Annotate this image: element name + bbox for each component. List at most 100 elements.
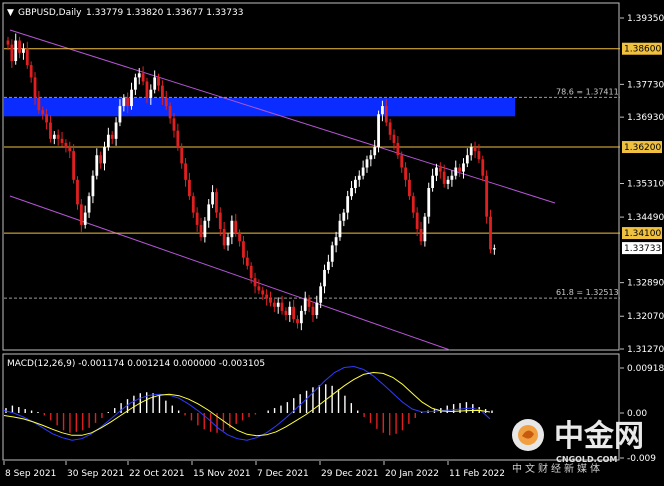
symbol-dropdown-icon[interactable]: ▼ <box>7 8 14 18</box>
candle-body <box>350 188 353 197</box>
candle-body <box>450 175 454 180</box>
candle-body <box>462 163 465 172</box>
candle-body <box>261 290 265 295</box>
candle-body <box>180 147 184 164</box>
watermark-url: CNGOLD.COM <box>556 455 617 464</box>
candle-body <box>319 286 323 303</box>
candle-body <box>477 151 481 160</box>
level-label: 1.36200 <box>624 143 661 153</box>
candle-body <box>245 257 249 266</box>
macd-label: MACD(12,26,9) -0.001174 0.001214 0.00000… <box>7 359 265 369</box>
candle-body <box>396 142 400 156</box>
level-label: 1.38600 <box>624 45 661 55</box>
candle-body <box>485 175 489 217</box>
candle-body <box>37 97 41 111</box>
candle-body <box>168 106 172 119</box>
candle-body <box>257 286 261 291</box>
candle-body <box>10 44 14 62</box>
candle-body <box>203 220 207 238</box>
candle-body <box>215 192 218 213</box>
candle-body <box>76 179 79 205</box>
candle-body <box>288 306 292 315</box>
candle-body <box>377 114 380 148</box>
candle-body <box>68 147 72 152</box>
watermark-brand: 中金网 <box>554 419 644 454</box>
candle-body <box>95 155 99 176</box>
candle-body <box>22 48 25 53</box>
current-price-label: 1.33733 <box>624 244 661 254</box>
candle-body <box>234 220 238 234</box>
candle-body <box>188 179 191 197</box>
candle-body <box>269 298 272 303</box>
candle-body <box>153 77 157 90</box>
candle-body <box>315 302 319 315</box>
candle-body <box>157 77 160 86</box>
candle-body <box>369 155 373 160</box>
price-tick-label: 1.36930 <box>627 113 664 123</box>
candle-body <box>458 167 462 172</box>
candle-body <box>56 134 60 139</box>
fib-label: 78.6 = 1.37411 <box>556 87 619 96</box>
candle-body <box>6 40 10 45</box>
candle-body <box>280 302 284 311</box>
candle-body <box>211 192 214 205</box>
candle-body <box>91 175 95 197</box>
candle-body <box>481 159 485 176</box>
price-axis: 1.39350 1.37730 1.36930 1.35310 1.34490 1.328… <box>620 14 664 355</box>
candle-body <box>427 188 431 217</box>
macd-tick-label: -0.009 <box>627 454 656 464</box>
resistance-zone <box>4 97 515 117</box>
candle-body <box>29 65 33 78</box>
candle-body <box>199 224 203 238</box>
candle-body <box>338 220 342 238</box>
time-tick-label: 29 Dec 2021 <box>321 469 379 479</box>
candle-body <box>18 40 21 53</box>
candle-body <box>122 97 126 107</box>
candle-body <box>99 155 103 164</box>
candle-body <box>400 155 404 168</box>
candle-body <box>130 89 133 107</box>
candle-body <box>145 81 149 98</box>
candle-body <box>222 228 226 246</box>
candle-body <box>365 159 369 168</box>
candle-body <box>14 40 18 62</box>
candle-body <box>226 237 230 246</box>
candle-body <box>303 298 307 311</box>
candle-body <box>330 245 334 262</box>
candle-body <box>423 216 427 242</box>
time-tick-label: 22 Oct 2021 <box>129 469 185 479</box>
candle-body <box>106 134 110 148</box>
level-label: 1.34100 <box>624 229 661 239</box>
candle-body <box>342 212 346 221</box>
candle-body <box>326 261 330 270</box>
candle-body <box>415 212 419 229</box>
candle-body <box>161 85 164 98</box>
candle-body <box>60 138 64 143</box>
candle-body <box>446 179 450 184</box>
price-tick-label: 1.32070 <box>627 312 664 322</box>
candle-body <box>52 134 56 139</box>
candle-body <box>381 106 384 115</box>
time-tick-label: 7 Dec 2021 <box>257 469 309 479</box>
candle-body <box>323 269 326 287</box>
candle-body <box>465 155 469 164</box>
candle-body <box>431 175 434 189</box>
price-chart[interactable]: 1.38600 1.36200 1.34100 1.33733 78.6 = 1.37… <box>0 0 664 486</box>
candle-body <box>207 204 211 221</box>
candle-body <box>492 248 496 250</box>
chart-symbol: GBPUSD,Daily <box>18 8 82 18</box>
candle-body <box>72 151 76 180</box>
candle-body <box>411 196 415 213</box>
candle-body <box>64 142 68 148</box>
candle-body <box>361 167 365 176</box>
time-tick-label: 8 Sep 2021 <box>5 469 56 479</box>
time-tick-label: 11 Feb 2022 <box>449 469 505 479</box>
candle-body <box>118 106 122 123</box>
candle-body <box>388 122 392 135</box>
cngold-watermark: 中金网 CNGOLD.COM 中文财经新媒体 <box>512 419 644 475</box>
candle-body <box>442 171 446 184</box>
candle-body <box>79 204 83 225</box>
cngold-logo-icon <box>512 419 544 451</box>
candle-body <box>307 298 311 307</box>
candle-body <box>45 114 48 123</box>
